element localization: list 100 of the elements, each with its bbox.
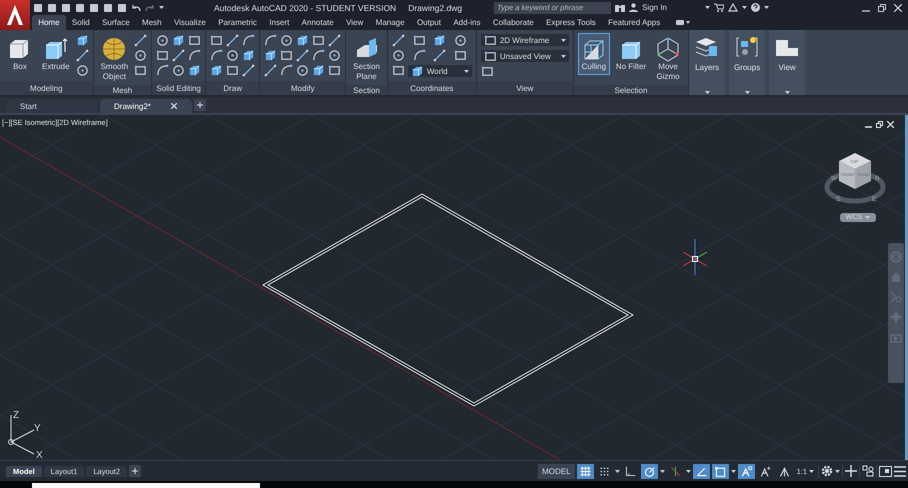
ribbon-tool-button[interactable]: Move Gizmo <box>652 33 684 85</box>
panel-label[interactable]: Modify <box>260 81 346 95</box>
cube-icon[interactable] <box>242 49 256 62</box>
arc-icon[interactable] <box>312 49 326 62</box>
undo-icon[interactable] <box>131 4 141 12</box>
square-icon[interactable] <box>188 34 202 47</box>
document-tab[interactable]: Drawing2* <box>100 99 192 113</box>
ribbon-tab[interactable]: Insert <box>263 15 296 30</box>
circle-icon[interactable] <box>76 64 89 77</box>
line-icon[interactable] <box>264 64 278 77</box>
model-space-button[interactable]: MODEL <box>538 464 575 478</box>
ribbon-tab[interactable]: Featured Apps <box>602 15 666 30</box>
line-icon[interactable] <box>172 49 186 62</box>
arc-icon[interactable] <box>242 34 256 47</box>
panel-label[interactable]: Draw <box>206 81 260 95</box>
cube-icon[interactable] <box>410 64 424 78</box>
line-icon[interactable] <box>296 49 310 62</box>
binoculars-icon[interactable] <box>615 3 626 12</box>
status-toggle-button[interactable] <box>576 464 594 478</box>
circle-icon[interactable] <box>156 34 170 47</box>
square-icon[interactable] <box>280 49 294 62</box>
circle-icon[interactable] <box>280 34 294 47</box>
gear-icon[interactable] <box>821 465 833 477</box>
circle-icon[interactable] <box>296 64 310 77</box>
square-icon[interactable] <box>484 34 497 46</box>
ribbon-tab[interactable]: Home <box>32 15 66 30</box>
cube-icon[interactable] <box>172 34 186 47</box>
panel-label[interactable]: Mesh <box>94 85 152 95</box>
ribbon-tab[interactable]: Manage <box>369 15 411 30</box>
square-icon[interactable] <box>312 34 326 47</box>
square-icon[interactable] <box>134 64 148 77</box>
ribbon-panel-button[interactable]: View <box>769 30 806 95</box>
cube-icon[interactable] <box>264 49 278 62</box>
new-layout-button[interactable] <box>129 465 142 477</box>
sign-in-link[interactable]: Sign In <box>642 3 667 12</box>
square-icon[interactable] <box>480 65 494 78</box>
arc-icon[interactable] <box>188 49 202 62</box>
ribbon-tab[interactable]: Output <box>410 15 448 30</box>
square-icon[interactable] <box>210 34 224 47</box>
arc-icon[interactable] <box>156 64 170 77</box>
panel-label[interactable]: View <box>476 81 573 95</box>
ribbon-tab[interactable]: View <box>340 15 370 30</box>
line-icon[interactable] <box>226 34 240 47</box>
line-icon[interactable] <box>328 34 342 47</box>
panel-label[interactable]: Section <box>346 85 387 95</box>
close-icon[interactable] <box>170 103 177 109</box>
user-icon[interactable] <box>629 3 638 12</box>
ribbon-tool-button[interactable]: Box <box>4 33 36 75</box>
square-icon[interactable] <box>454 49 468 62</box>
cart-icon[interactable] <box>714 3 724 12</box>
ribbon-tool-button[interactable]: No Filter <box>612 33 650 75</box>
ribbon-tool-button[interactable]: Culling <box>578 33 610 75</box>
ribbon-tab[interactable]: Express Tools <box>540 15 602 30</box>
circle-icon[interactable] <box>134 49 148 62</box>
panel-label[interactable]: Modeling <box>0 81 93 95</box>
cube-icon[interactable] <box>312 64 326 77</box>
close-icon[interactable] <box>887 121 894 128</box>
new-tab-button[interactable] <box>194 99 206 111</box>
visual-style-dropdown[interactable]: Unsaved View <box>480 50 569 62</box>
status-toggle-button[interactable] <box>738 464 755 478</box>
ribbon-tab[interactable]: Annotate <box>295 15 340 30</box>
ribbon-tab[interactable]: Visualize <box>168 15 212 30</box>
menu-icon[interactable] <box>894 466 906 476</box>
arc-icon[interactable] <box>210 49 224 62</box>
status-toggle-button[interactable] <box>692 464 710 478</box>
panel-label[interactable]: Solid Editing <box>152 81 206 95</box>
line-icon[interactable] <box>392 34 405 47</box>
plus-icon[interactable] <box>845 465 857 477</box>
status-toggle-button[interactable] <box>640 464 658 478</box>
line-icon[interactable] <box>134 34 148 47</box>
view-cube[interactable] <box>839 153 871 189</box>
ribbon-tab[interactable]: Mesh <box>136 15 168 30</box>
line-icon[interactable] <box>242 64 256 77</box>
restore-icon[interactable] <box>876 121 883 128</box>
square-icon[interactable] <box>328 64 342 77</box>
ucs-dropdown[interactable]: World <box>408 65 472 77</box>
status-toggle-button[interactable] <box>712 464 729 478</box>
circle-icon[interactable] <box>226 49 240 62</box>
square-icon[interactable] <box>484 50 497 62</box>
cube-icon[interactable] <box>210 64 224 77</box>
ribbon-tab[interactable]: Solid <box>66 15 96 30</box>
ribbon-tab[interactable]: Add-ins <box>447 15 487 30</box>
ribbon-tool-button[interactable]: Smooth Object <box>98 33 132 85</box>
panel-label[interactable]: Selection <box>574 85 688 95</box>
circle-icon[interactable] <box>392 49 405 62</box>
visual-style-dropdown[interactable]: 2D Wireframe <box>480 34 569 46</box>
close-icon[interactable] <box>894 4 902 12</box>
square-icon[interactable] <box>392 64 405 77</box>
cube-icon[interactable] <box>76 34 89 47</box>
help-icon[interactable] <box>750 3 760 12</box>
arc-icon[interactable] <box>264 34 278 47</box>
triangle-icon[interactable] <box>728 3 738 12</box>
panel-label[interactable]: Coordinates <box>388 81 476 95</box>
ribbon-tool-button[interactable]: Extrude <box>39 33 73 75</box>
ribbon-tab[interactable]: Collaborate <box>486 15 540 30</box>
circle-icon[interactable] <box>172 64 186 77</box>
restore-icon[interactable] <box>878 4 886 12</box>
ribbon-panel-button[interactable]: Layers <box>689 30 726 95</box>
square-icon[interactable] <box>412 34 426 47</box>
line-icon[interactable] <box>76 49 89 62</box>
